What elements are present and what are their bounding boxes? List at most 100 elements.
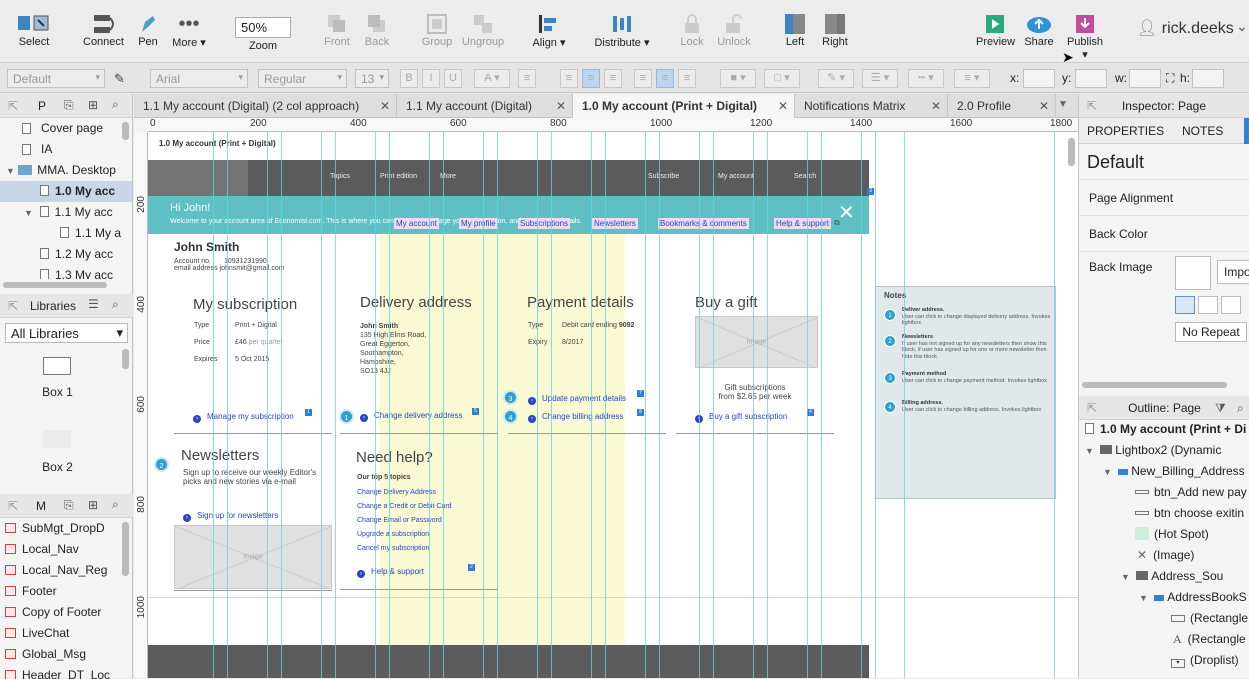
line-width-button[interactable]: ☰ ▾ xyxy=(862,69,898,88)
search-icon[interactable]: ⌕ xyxy=(1237,396,1244,420)
import-button[interactable]: Impo xyxy=(1217,260,1249,284)
expand-arrow-icon[interactable]: ▼ xyxy=(1139,593,1148,603)
filter-icon[interactable]: ⧩ xyxy=(1215,396,1226,420)
tab-item[interactable]: 2.0 Profile ✕ xyxy=(948,94,1056,118)
master-item[interactable]: Local_Nav_Reg xyxy=(0,560,122,581)
tab-item[interactable]: Notifications Matrix ✕ xyxy=(795,94,948,118)
help-topic-link[interactable]: Change a Credit or Debit Card xyxy=(357,503,452,510)
help-topic-link[interactable]: Change Delivery Address xyxy=(357,489,436,496)
master-item[interactable]: Footer xyxy=(0,581,122,602)
nav-subscribe[interactable]: Subscribe xyxy=(648,173,679,180)
valign-middle-button[interactable]: ≡ xyxy=(656,69,674,88)
align-button[interactable]: Align ▾ xyxy=(532,12,566,49)
nav-my-account[interactable]: My account xyxy=(718,173,754,180)
back-color-label[interactable]: Back Color xyxy=(1079,216,1249,252)
box1-widget[interactable] xyxy=(43,357,71,375)
collapse-icon[interactable]: ⇱ xyxy=(1087,396,1097,420)
line-color-button[interactable]: ✎ ▾ xyxy=(818,69,854,88)
close-tab-icon[interactable]: ✕ xyxy=(931,94,941,118)
ungroup-button[interactable]: Ungroup xyxy=(460,12,506,48)
add-folder-icon[interactable]: ⊞ xyxy=(88,498,98,512)
font-weight-dropdown[interactable]: Regular xyxy=(258,69,347,88)
h-input[interactable] xyxy=(1192,69,1224,88)
align-right-button[interactable]: ≡ xyxy=(604,69,622,88)
outline-item[interactable]: ✕ (Image) xyxy=(1079,545,1249,566)
outline-item[interactable]: btn_Add new pay xyxy=(1079,482,1249,503)
search-icon[interactable]: ⌕ xyxy=(112,297,119,312)
masters-scrollbar[interactable] xyxy=(122,522,129,576)
user-account[interactable]: 👤︎ rick.deeks xyxy=(1137,18,1234,38)
pages-vscrollbar[interactable] xyxy=(122,122,129,140)
subnav-my-account[interactable]: My account xyxy=(394,218,439,229)
canvas-vscrollbar[interactable] xyxy=(1068,138,1075,166)
group-button[interactable]: Group xyxy=(421,12,453,48)
master-item[interactable]: Global_Msg xyxy=(0,644,122,665)
back-button[interactable]: Back xyxy=(363,12,391,48)
outline-item[interactable]: (Hot Spot) xyxy=(1079,524,1249,545)
x-input[interactable] xyxy=(1023,69,1055,88)
align-right-image-icon[interactable] xyxy=(1221,296,1241,314)
manage-subscription-link[interactable]: › Manage my subscription xyxy=(193,412,294,423)
shadow-button[interactable]: □ ▾ xyxy=(764,69,800,88)
align-left-button[interactable]: ≡ xyxy=(560,69,578,88)
page-alignment-label[interactable]: Page Alignment xyxy=(1079,180,1249,216)
w-input[interactable] xyxy=(1129,69,1161,88)
right-panel-toggle[interactable]: Right xyxy=(821,12,849,48)
update-payment-link[interactable]: › Update payment details xyxy=(528,394,626,405)
collapse-icon[interactable]: ⇱ xyxy=(8,299,18,313)
repeat-select[interactable]: No Repeat xyxy=(1175,322,1247,342)
nav-topics[interactable]: Topics xyxy=(330,173,350,180)
share-button[interactable]: Share xyxy=(1023,12,1055,48)
wireframe-page[interactable]: 1.0 My account (Print + Digital) Topics … xyxy=(148,132,1078,678)
outline-item[interactable]: (Rectangle xyxy=(1079,608,1249,629)
outline-item[interactable]: ▼ Lightbox2 (Dynamic xyxy=(1079,440,1249,461)
collapse-icon[interactable]: ⇱ xyxy=(8,499,18,513)
inspector-hscrollbar[interactable] xyxy=(1082,382,1227,388)
distribute-button[interactable]: Distribute ▾ xyxy=(594,12,650,49)
underline-button[interactable]: U xyxy=(444,69,462,88)
buy-gift-link[interactable]: ›Buy a gift subscription xyxy=(695,412,787,423)
menu-icon[interactable]: ☰ xyxy=(88,297,99,311)
master-item[interactable]: LiveChat xyxy=(0,623,122,644)
lock-button[interactable]: Lock xyxy=(678,12,706,48)
page-item-selected[interactable]: 1.0 My acc xyxy=(0,181,132,202)
close-tab-icon[interactable]: ✕ xyxy=(556,94,566,118)
close-tab-icon[interactable]: ✕ xyxy=(1039,94,1049,118)
aspect-lock-icon[interactable]: ⛶ xyxy=(1166,71,1174,86)
line-style-button[interactable]: ┅ ▾ xyxy=(908,69,944,88)
expand-arrow-icon[interactable]: ▼ xyxy=(1103,467,1112,477)
add-folder-icon[interactable]: ⊞ xyxy=(88,98,98,112)
back-image-preview[interactable] xyxy=(1175,256,1211,290)
nav-search[interactable]: Search xyxy=(794,173,816,180)
valign-top-button[interactable]: ≡ xyxy=(634,69,652,88)
user-menu-chevron-icon[interactable]: ⌄ xyxy=(1236,18,1248,35)
unlock-button[interactable]: Unlock xyxy=(716,12,752,48)
master-item[interactable]: SubMgt_DropD xyxy=(0,518,122,539)
zoom-select[interactable]: 50% xyxy=(235,17,291,38)
master-item[interactable]: Header_DT_Loc xyxy=(0,665,122,679)
tab-properties[interactable]: PROPERTIES xyxy=(1087,124,1164,138)
page-item[interactable]: 1.1 My a xyxy=(0,223,132,244)
bold-button[interactable]: B xyxy=(400,69,418,88)
tab-notes[interactable]: NOTES xyxy=(1182,124,1223,138)
bullets-button[interactable]: ≡ xyxy=(518,69,536,88)
master-item[interactable]: Copy of Footer xyxy=(0,602,122,623)
tabs-overflow-chevron-icon[interactable]: ▼ xyxy=(1058,99,1068,110)
more-tool[interactable]: ••• More ▾ xyxy=(170,12,208,50)
align-left-image-icon[interactable] xyxy=(1175,296,1195,314)
connect-tool[interactable]: Connect xyxy=(83,12,124,48)
expand-arrow-icon[interactable]: ▼ xyxy=(1085,446,1094,456)
subnav-subscriptions[interactable]: Subscriptions xyxy=(518,218,571,229)
box2-widget[interactable] xyxy=(43,430,71,448)
search-icon[interactable]: ⌕ xyxy=(112,497,119,512)
text-color-button[interactable]: A ▾ xyxy=(474,69,510,88)
select-tool[interactable]: Select xyxy=(14,12,54,48)
tab-item[interactable]: 1.1 My account (Digital) (2 col approach… xyxy=(134,94,397,118)
outline-item[interactable]: A (Rectangle xyxy=(1079,629,1249,650)
collapse-icon[interactable]: ⇱ xyxy=(8,99,18,113)
left-panel-toggle[interactable]: Left xyxy=(783,12,807,48)
collapse-icon[interactable]: ⇱ xyxy=(1087,94,1097,118)
add-page-icon[interactable]: ⎘ xyxy=(64,98,74,113)
libraries-scrollbar[interactable] xyxy=(122,349,129,369)
align-center-image-icon[interactable] xyxy=(1198,296,1218,314)
